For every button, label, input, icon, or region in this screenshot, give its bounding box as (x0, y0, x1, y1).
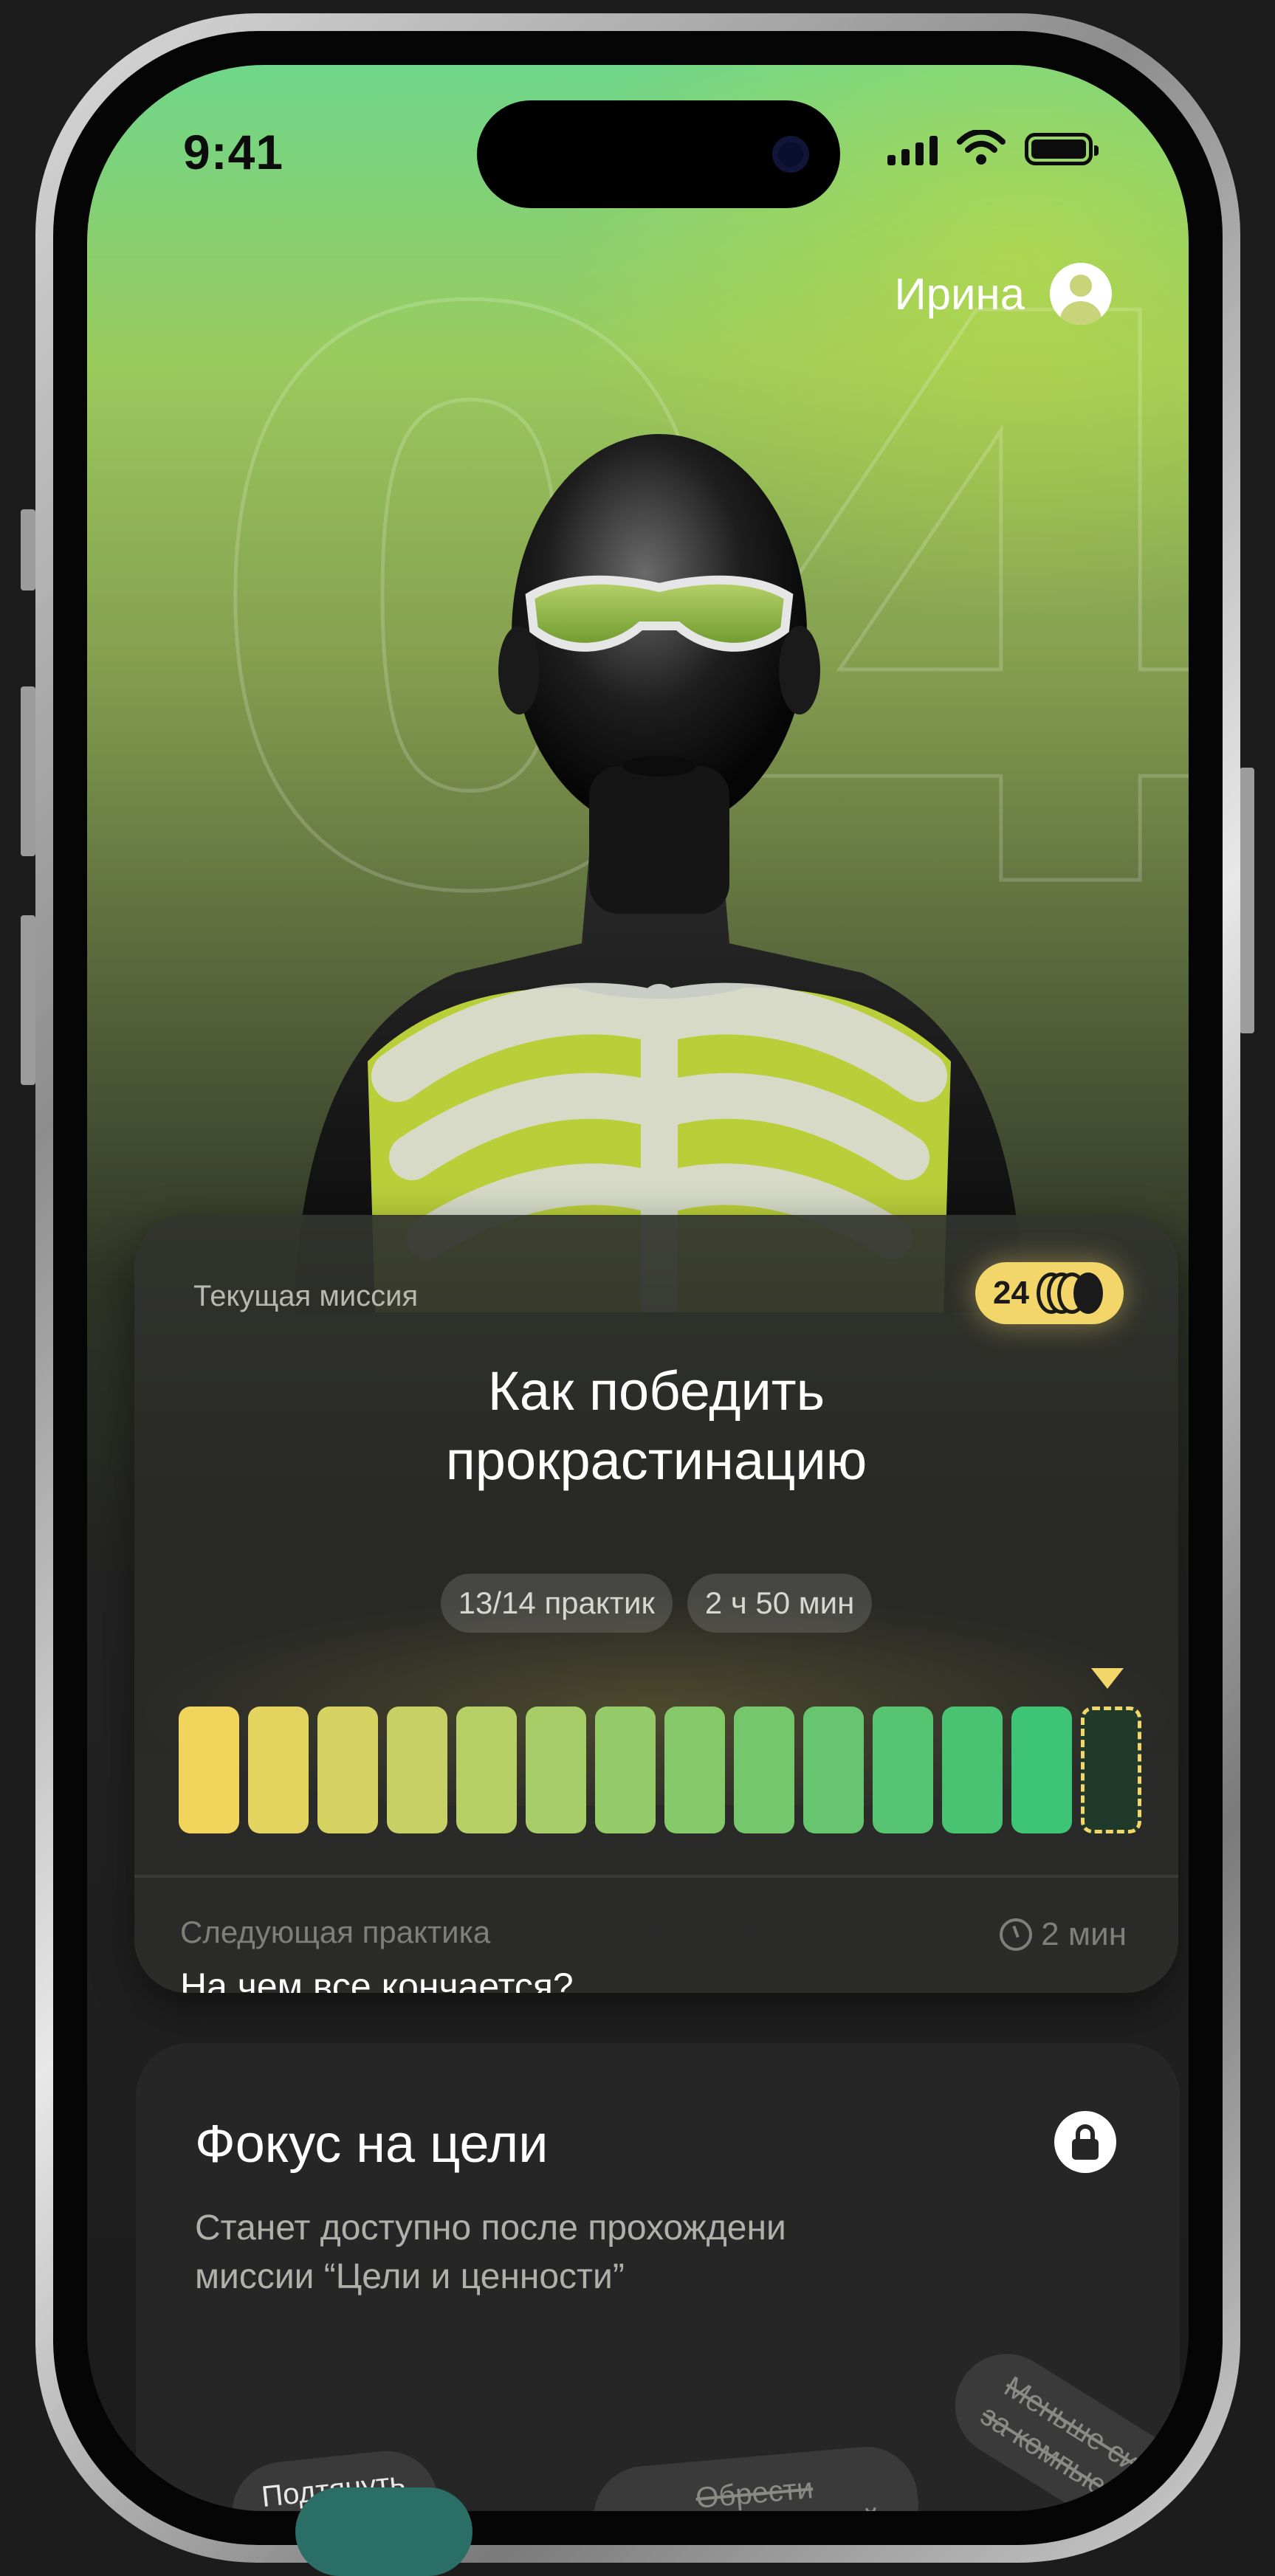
goal-chip-peace[interactable]: Обрести внутренний покой (589, 2442, 923, 2511)
focus-title: Фокус на цели (195, 2115, 549, 2174)
user-profile[interactable]: Ирина (894, 263, 1112, 325)
coins-badge[interactable]: 24 (975, 1262, 1124, 1324)
camera-icon (772, 136, 809, 173)
practices-count-pill: 13/14 практик (440, 1574, 673, 1633)
volume-up-button (21, 686, 35, 856)
signal-icon (887, 134, 938, 165)
progress-segment-completed (317, 1707, 378, 1833)
goal-chip-computer[interactable]: Меньше сидеть за компьютером (935, 2334, 1180, 2511)
wifi-icon (957, 130, 1006, 165)
timer-icon (1000, 1918, 1033, 1951)
app-screen: 04 9:41 (87, 65, 1189, 2511)
dynamic-island (477, 100, 840, 208)
current-step-marker-icon (1091, 1668, 1124, 1689)
action-button (21, 509, 35, 590)
lock-icon (1054, 2111, 1116, 2173)
user-icon[interactable] (1050, 263, 1112, 325)
next-practice-duration: 2 мин (1000, 1916, 1127, 1953)
mission-stats: 13/14 практик 2 ч 50 мин (134, 1574, 1178, 1633)
user-name: Ирина (894, 269, 1025, 319)
volume-down-button (21, 915, 35, 1085)
progress-segment-completed (803, 1707, 864, 1833)
progress-segment-completed (1011, 1707, 1072, 1833)
progress-segment-completed (179, 1707, 239, 1833)
next-practice-title[interactable]: На чем все кончается? (180, 1965, 574, 1993)
coins-icon (1037, 1272, 1107, 1314)
battery-icon (1025, 133, 1099, 165)
mission-label: Текущая миссия (193, 1280, 419, 1312)
next-practice-time: 2 мин (1041, 1916, 1127, 1952)
focus-mission-card[interactable]: Фокус на цели Станет доступно после прох… (136, 2043, 1180, 2511)
mission-title: Как победить прокрастинацию (445, 1360, 867, 1491)
next-practice-label: Следующая практика (180, 1915, 491, 1949)
progress-segment-completed (664, 1707, 725, 1833)
card-divider (134, 1875, 1178, 1878)
status-time: 9:41 (183, 125, 284, 179)
current-mission-card[interactable]: Текущая миссия 24 Как победить прокрасти… (134, 1215, 1178, 1993)
progress-segment-completed (248, 1707, 309, 1833)
mission-progress (179, 1707, 1141, 1833)
status-icons (887, 130, 1099, 165)
progress-segment-completed (456, 1707, 517, 1833)
duration-pill: 2 ч 50 мин (687, 1574, 873, 1633)
progress-segment-completed (387, 1707, 447, 1833)
coins-count: 24 (993, 1275, 1029, 1311)
focus-description: Станет доступно после прохождени миссии … (195, 2208, 786, 2296)
power-button (1240, 768, 1254, 1033)
progress-segment-completed (942, 1707, 1003, 1833)
progress-segment-completed (734, 1707, 794, 1833)
progress-segment-completed (526, 1707, 586, 1833)
battery-fill (1031, 140, 1086, 159)
decorative-shape (295, 2487, 472, 2576)
progress-segment-completed (595, 1707, 656, 1833)
mannequin-figure (294, 434, 1025, 1312)
progress-segment-current (1081, 1707, 1141, 1833)
progress-segment-completed (873, 1707, 933, 1833)
